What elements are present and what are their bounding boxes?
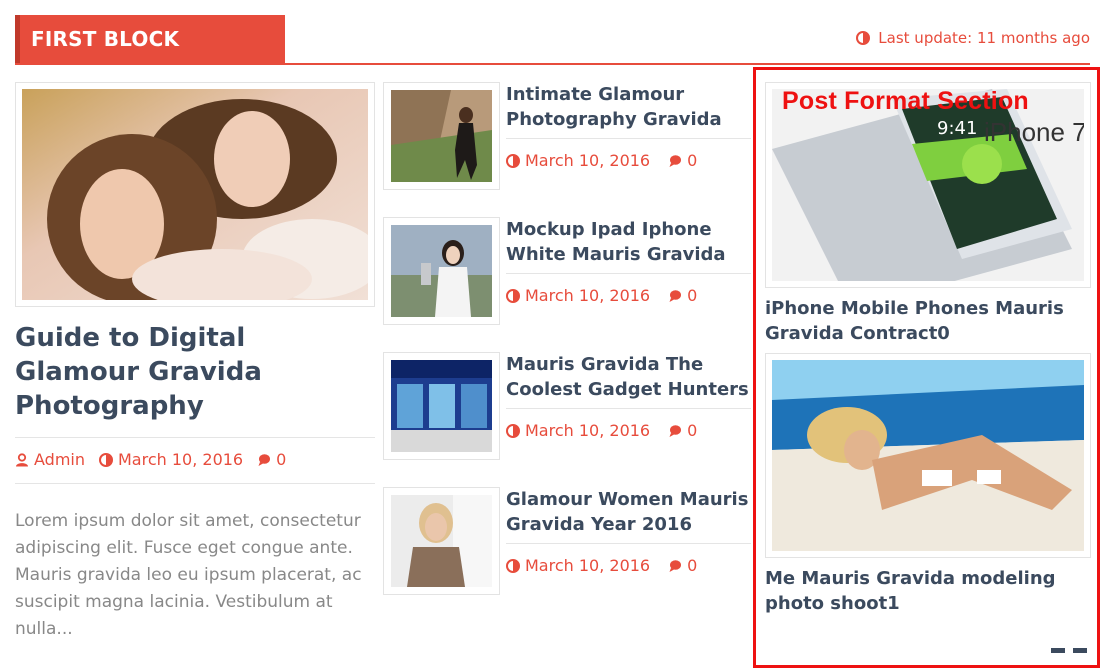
- comment-icon: [669, 424, 682, 437]
- post-date: March 10, 2016: [525, 556, 651, 575]
- post-meta: March 10, 2016 0: [506, 273, 751, 305]
- iphone-label-text: iPhone 7: [984, 117, 1084, 147]
- post-date: March 10, 2016: [525, 421, 651, 440]
- post-photo: [391, 90, 492, 182]
- date-meta: March 10, 2016: [99, 450, 243, 469]
- featured-post: Guide to Digital Glamour Gravida Photogr…: [15, 82, 382, 643]
- featured-photo: [22, 89, 382, 309]
- iphone-clock-text: 9:41: [937, 118, 977, 139]
- clock-icon: [506, 153, 520, 168]
- post-title[interactable]: Intimate Glamour Photography Gravida: [506, 82, 751, 132]
- format-card: 9:41 iPhone 7 iPhone Mobile Phones Mauri…: [765, 82, 1091, 346]
- comment-icon: [669, 289, 682, 302]
- post-date: March 10, 2016: [118, 450, 244, 469]
- comment-count[interactable]: 0: [687, 556, 697, 575]
- user-icon: [16, 452, 28, 466]
- clock-icon: [506, 558, 520, 573]
- comment-count[interactable]: 0: [687, 151, 697, 170]
- date-meta: March 10, 2016: [506, 151, 650, 170]
- post-photo: [391, 495, 492, 587]
- post-title[interactable]: Mockup Ipad Iphone White Mauris Gravida: [506, 217, 751, 267]
- featured-excerpt: Lorem ipsum dolor sit amet, consectetur …: [15, 483, 375, 643]
- comment-icon: [669, 559, 682, 572]
- list-item: Mockup Ipad Iphone White Mauris Gravida …: [383, 217, 751, 352]
- post-meta: March 10, 2016 0: [506, 138, 751, 170]
- post-date: March 10, 2016: [525, 286, 651, 305]
- comment-icon: [258, 453, 271, 466]
- featured-meta: Admin March 10, 2016 0: [15, 437, 375, 469]
- post-title[interactable]: Glamour Women Mauris Gravida Year 2016: [506, 487, 751, 537]
- slider-dot[interactable]: [1073, 648, 1087, 653]
- clock-icon: [99, 452, 113, 467]
- comments-meta[interactable]: 0: [668, 286, 697, 305]
- list-item: Glamour Women Mauris Gravida Year 2016 M…: [383, 487, 751, 622]
- format-card: Me Mauris Gravida modeling photo shoot1: [765, 353, 1091, 616]
- post-meta: March 10, 2016 0: [506, 543, 751, 575]
- slider-dot[interactable]: [1051, 648, 1065, 653]
- list-item: Intimate Glamour Photography Gravida Mar…: [383, 82, 751, 217]
- list-item: Mauris Gravida The Coolest Gadget Hunter…: [383, 352, 751, 487]
- section-title: FIRST BLOCK SECTION: [15, 15, 285, 99]
- post-format-heading: Post Format Section: [782, 87, 1029, 115]
- comments-meta[interactable]: 0: [668, 556, 697, 575]
- post-thumbnail[interactable]: [383, 217, 500, 325]
- post-thumbnail[interactable]: [383, 487, 500, 595]
- header-divider: [15, 63, 1090, 65]
- clock-icon: [856, 31, 871, 45]
- comments-meta[interactable]: 0: [668, 151, 697, 170]
- post-photo: [391, 360, 492, 452]
- last-update-text: Last update: 11 months ago: [878, 29, 1090, 47]
- featured-image[interactable]: [15, 82, 382, 309]
- post-body: Mockup Ipad Iphone White Mauris Gravida …: [506, 217, 751, 305]
- post-photo: [391, 225, 492, 317]
- post-format-section: Post Format Section 9:41 iPhone 7 iPhone…: [753, 67, 1100, 668]
- format-image[interactable]: [765, 353, 1091, 558]
- iphone-photo: 9:41 iPhone 7: [772, 89, 1087, 309]
- post-title[interactable]: Mauris Gravida The Coolest Gadget Hunter…: [506, 352, 751, 402]
- comment-icon: [669, 154, 682, 167]
- post-thumbnail[interactable]: [383, 352, 500, 460]
- post-body: Mauris Gravida The Coolest Gadget Hunter…: [506, 352, 751, 440]
- last-update: Last update: 11 months ago: [856, 29, 1090, 47]
- post-meta: March 10, 2016 0: [506, 408, 751, 440]
- author-meta[interactable]: Admin: [15, 450, 85, 469]
- date-meta: March 10, 2016: [506, 556, 650, 575]
- comment-count[interactable]: 0: [687, 286, 697, 305]
- section-title-accent: [15, 15, 20, 63]
- author-name[interactable]: Admin: [34, 450, 85, 469]
- comments-meta[interactable]: 0: [257, 450, 286, 469]
- date-meta: March 10, 2016: [506, 286, 650, 305]
- date-meta: March 10, 2016: [506, 421, 650, 440]
- clock-icon: [506, 423, 520, 438]
- beach-photo: [772, 360, 1084, 551]
- slider-dots: [1051, 648, 1087, 653]
- format-title[interactable]: Me Mauris Gravida modeling photo shoot1: [765, 566, 1091, 616]
- post-body: Glamour Women Mauris Gravida Year 2016 M…: [506, 487, 751, 575]
- post-thumbnail[interactable]: [383, 82, 500, 190]
- comment-count[interactable]: 0: [687, 421, 697, 440]
- post-list: Intimate Glamour Photography Gravida Mar…: [383, 82, 751, 622]
- clock-icon: [506, 288, 520, 303]
- section-header: FIRST BLOCK SECTION Last update: 11 mont…: [15, 15, 1090, 99]
- format-title[interactable]: iPhone Mobile Phones Mauris Gravida Cont…: [765, 296, 1091, 346]
- post-date: March 10, 2016: [525, 151, 651, 170]
- comments-meta[interactable]: 0: [668, 421, 697, 440]
- comment-count[interactable]: 0: [276, 450, 286, 469]
- featured-title[interactable]: Guide to Digital Glamour Gravida Photogr…: [15, 321, 375, 423]
- post-body: Intimate Glamour Photography Gravida Mar…: [506, 82, 751, 170]
